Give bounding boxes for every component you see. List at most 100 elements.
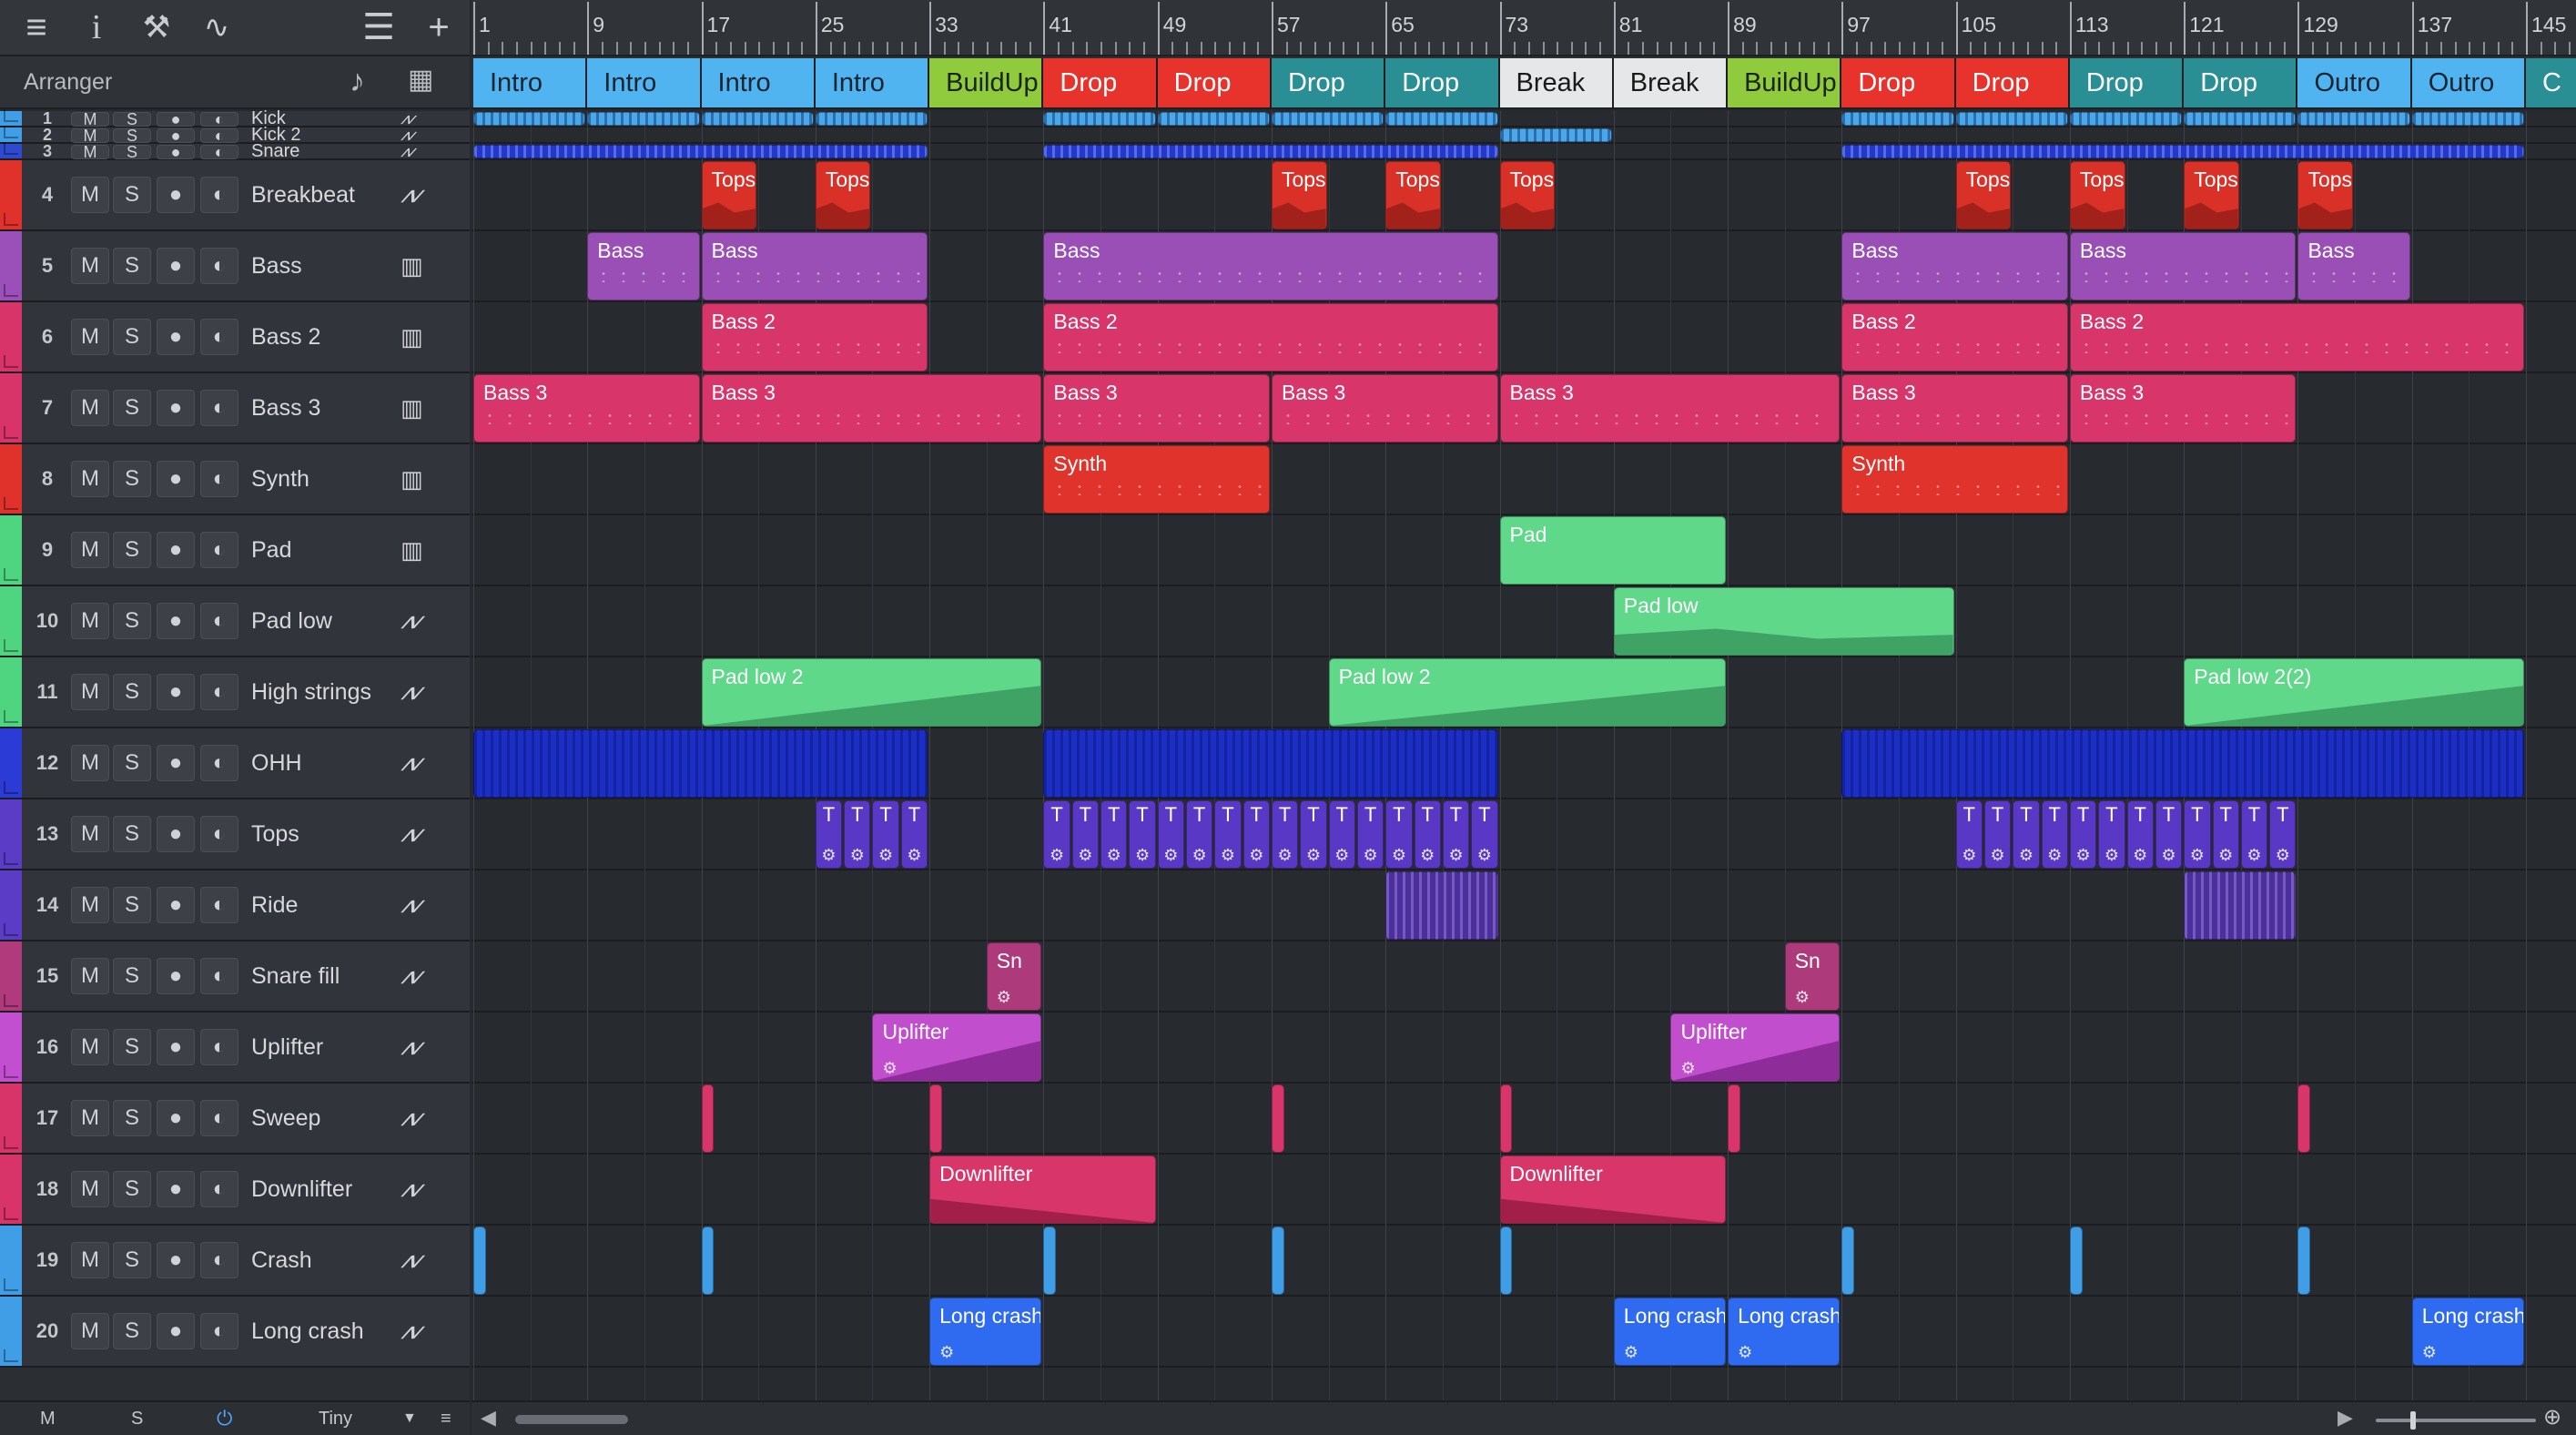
track-name[interactable]: OHH	[251, 750, 302, 777]
mute-button[interactable]: M	[71, 603, 109, 639]
track-header[interactable]: 5 M S ● ◐ Bass ▥	[0, 231, 470, 302]
bass2-clip[interactable]: Bass 2	[1043, 303, 1498, 371]
pad-clip[interactable]: Pad	[1499, 516, 1727, 585]
sweep-clip[interactable]	[1728, 1084, 1740, 1153]
tops-clip[interactable]: T ⚙	[1157, 800, 1184, 869]
kick-clip[interactable]	[2069, 112, 2183, 126]
long-crash-clip[interactable]: Long crash ⚙	[1613, 1298, 1727, 1366]
sweep-clip[interactable]	[1271, 1084, 1284, 1153]
mute-button[interactable]: M	[71, 1313, 109, 1349]
global-solo-button[interactable]: S	[131, 1409, 143, 1430]
arrangement-section[interactable]: Break	[1499, 58, 1614, 107]
play-marker-icon[interactable]: ▶	[2338, 1406, 2353, 1430]
kick-clip[interactable]	[1841, 112, 1954, 126]
mute-button[interactable]: M	[71, 390, 109, 426]
tops2-clip[interactable]: Tops2⚙	[815, 161, 871, 229]
kick-clip[interactable]	[2411, 112, 2525, 126]
global-mute-button[interactable]: M	[40, 1409, 56, 1430]
monitor-button[interactable]: ◐	[200, 143, 238, 161]
kick-clip[interactable]	[701, 112, 814, 126]
track-name[interactable]: Bass	[251, 253, 302, 280]
ohh-clip[interactable]	[1043, 729, 1498, 798]
arrangement-section[interactable]: BuildUp	[929, 58, 1044, 107]
monitor-button[interactable]: ◐	[200, 532, 238, 568]
mute-button[interactable]: M	[71, 532, 109, 568]
solo-button[interactable]: S	[113, 461, 151, 497]
monitor-button[interactable]: ◐	[200, 1313, 238, 1349]
track-name[interactable]: Long crash	[251, 1318, 364, 1345]
tops-clip[interactable]: T ⚙	[2069, 800, 2097, 869]
track-name[interactable]: Pad low	[251, 608, 332, 635]
track-header[interactable]: 1 M S ● ◐ Kick ⩘⩗	[0, 108, 470, 128]
crash-clip[interactable]	[2069, 1226, 2083, 1295]
track-header[interactable]: 11 M S ● ◐ High strings ⩘⩗	[0, 657, 470, 728]
track-header[interactable]: 18 M S ● ◐ Downlifter ⩘⩗	[0, 1155, 470, 1226]
record-arm-button[interactable]: ●	[157, 745, 195, 781]
track-name[interactable]: Breakbeat	[251, 182, 355, 209]
arrangement-section[interactable]: Intro	[587, 58, 702, 107]
wrench-icon[interactable]: ⚒	[133, 4, 180, 51]
tops-clip[interactable]: T ⚙	[1414, 800, 1441, 869]
arrangement-section[interactable]: Drop	[1841, 58, 1956, 107]
mute-button[interactable]: M	[71, 461, 109, 497]
solo-button[interactable]: S	[113, 319, 151, 355]
track-header[interactable]: 12 M S ● ◐ OHH ⩘⩗	[0, 728, 470, 799]
arrangement-section[interactable]: Drop	[2069, 58, 2185, 107]
monitor-button[interactable]: ◐	[200, 390, 238, 426]
arrangement-section[interactable]: Outro	[2297, 58, 2412, 107]
record-arm-button[interactable]: ●	[157, 248, 195, 284]
tops-clip[interactable]: T ⚙	[1328, 800, 1355, 869]
mute-button[interactable]: M	[71, 110, 109, 128]
track-header[interactable]: 8 M S ● ◐ Synth ▥	[0, 444, 470, 515]
sweep-clip[interactable]	[1499, 1084, 1513, 1153]
track-header[interactable]: 10 M S ● ◐ Pad low ⩘⩗	[0, 586, 470, 657]
record-arm-button[interactable]: ●	[157, 674, 195, 710]
track-lane[interactable]	[472, 586, 2576, 657]
track-lane[interactable]	[472, 444, 2576, 515]
record-arm-button[interactable]: ●	[157, 110, 195, 128]
timeline-ruler[interactable]: 1 9 17 25 33 41 49 57 65 73 81 89 97 105 113 121 129 137 1…	[472, 0, 2576, 56]
solo-button[interactable]: S	[113, 1100, 151, 1136]
track-lane[interactable]	[472, 1297, 2576, 1368]
track-header[interactable]: 17 M S ● ◐ Sweep ⩘⩗	[0, 1084, 470, 1155]
bass-clip[interactable]: Bass	[1043, 232, 1498, 300]
tops-clip[interactable]: T ⚙	[1471, 800, 1498, 869]
tops2-clip[interactable]: Tops2⚙	[701, 161, 757, 229]
track-header[interactable]: 7 M S ● ◐ Bass 3 ▥	[0, 373, 470, 444]
track-name[interactable]: Bass 3	[251, 395, 320, 422]
automation-icon[interactable]: ∿	[193, 4, 240, 51]
kick-clip[interactable]	[2184, 112, 2297, 126]
arrangement-section[interactable]: Drop	[1271, 58, 1386, 107]
record-arm-button[interactable]: ●	[157, 143, 195, 161]
record-arm-button[interactable]: ●	[157, 461, 195, 497]
arrangement-section[interactable]: BuildUp	[1728, 58, 1842, 107]
tops-clip[interactable]: T ⚙	[2041, 800, 2068, 869]
track-lane[interactable]	[472, 941, 2576, 1013]
tops-clip[interactable]: T ⚙	[1214, 800, 1242, 869]
tops-clip[interactable]: T ⚙	[2269, 800, 2297, 869]
track-lane[interactable]	[472, 1226, 2576, 1297]
tops-clip[interactable]: T ⚙	[1071, 800, 1100, 869]
zoom-slider-handle[interactable]	[2410, 1411, 2416, 1430]
kick-clip[interactable]	[1043, 112, 1156, 126]
record-arm-button[interactable]: ●	[157, 1313, 195, 1349]
tops-clip[interactable]: T ⚙	[815, 800, 843, 869]
record-arm-button[interactable]: ●	[157, 816, 195, 852]
mute-button[interactable]: M	[71, 248, 109, 284]
track-name[interactable]: Bass 2	[251, 324, 320, 351]
record-arm-button[interactable]: ●	[157, 603, 195, 639]
tops-clip[interactable]: T ⚙	[900, 800, 928, 869]
ride-clip[interactable]	[2184, 871, 2297, 940]
zoom-slider[interactable]	[2376, 1419, 2536, 1422]
solo-button[interactable]: S	[113, 674, 151, 710]
tops-clip[interactable]: T ⚙	[1242, 800, 1270, 869]
kick2-clip[interactable]	[1499, 128, 1612, 142]
pad-low-2-clip[interactable]: Pad low 2	[1328, 658, 1727, 727]
track-name[interactable]: Ride	[251, 892, 298, 919]
tops-clip[interactable]: T ⚙	[1043, 800, 1070, 869]
sweep-clip[interactable]	[701, 1084, 715, 1153]
track-header[interactable]: 3 M S ● ◐ Snare ⩘⩗	[0, 141, 470, 162]
track-header[interactable]: 2 M S ● ◐ Kick 2 ⩘⩗	[0, 125, 470, 145]
mute-button[interactable]: M	[71, 1171, 109, 1207]
track-name[interactable]: Snare	[251, 141, 299, 162]
